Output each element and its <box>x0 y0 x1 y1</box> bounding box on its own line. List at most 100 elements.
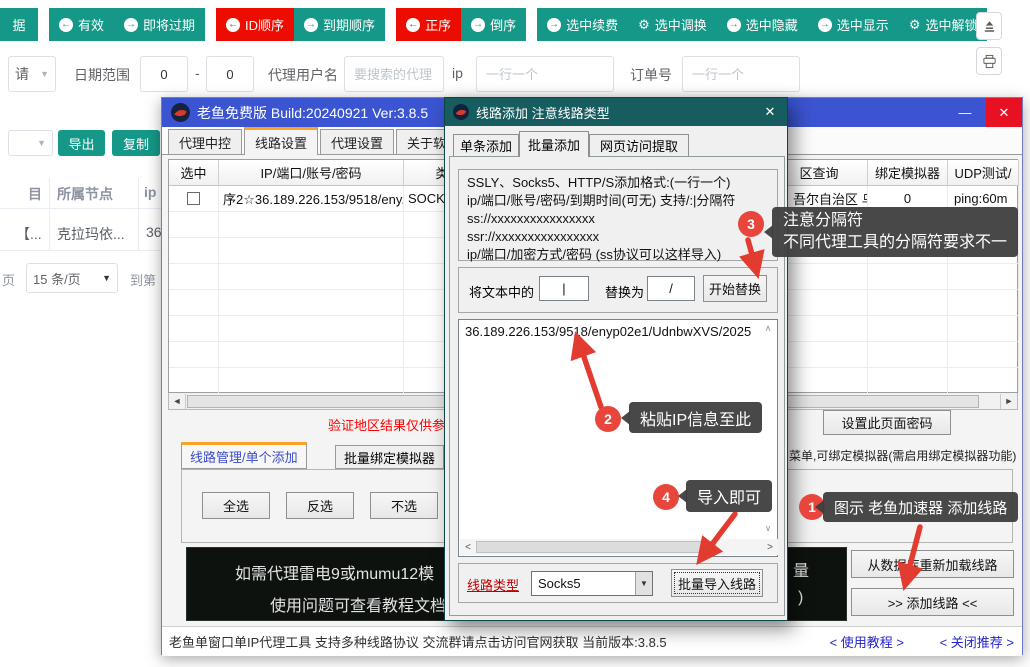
toolbar-button-valid[interactable]: ←有效 <box>49 8 114 41</box>
textarea-content: 36.189.226.153/9518/enyp02e1/UdnbwXVS/20… <box>465 324 758 339</box>
tab-proxy-settings[interactable]: 代理设置 <box>320 129 394 154</box>
gear-icon: ⚙ <box>638 18 650 31</box>
toolbar-button-renew-selected[interactable]: →选中续费 <box>537 8 628 41</box>
scroll-right-arrow-icon[interactable]: ► <box>1000 394 1017 409</box>
left-table-cell: 克拉玛依... <box>57 224 125 244</box>
cell-ip: 序2☆36.189.226.153/9518/eny... <box>219 186 404 212</box>
scroll-down-icon[interactable]: ∨ <box>760 523 776 534</box>
filter-select[interactable]: 请 ▼ <box>8 56 56 92</box>
export-tray-button[interactable] <box>976 12 1002 40</box>
toolbar-button-label: 选中显示 <box>837 15 889 34</box>
arrow-right-circle-icon: → <box>304 18 318 32</box>
select-none-button[interactable]: 不选 <box>370 492 438 519</box>
toolbar-button-hide-selected[interactable]: →选中隐藏 <box>717 8 808 41</box>
left-panel-select[interactable]: ▼ <box>8 130 53 156</box>
minimize-button[interactable]: — <box>944 98 986 127</box>
start-replace-button[interactable]: 开始替换 <box>703 275 767 302</box>
batch-import-button[interactable]: 批量导入线路 <box>671 569 763 597</box>
scroll-left-arrow-icon[interactable]: ◄ <box>169 394 186 409</box>
arrow-right-circle-icon: → <box>547 18 561 32</box>
banner-line1: 如需代理雷电9或mumu12模 <box>235 560 434 584</box>
left-table-header-ip: ip <box>144 184 156 200</box>
chevron-down-icon: ▼ <box>102 273 111 283</box>
tutorial-link[interactable]: < 使用教程 > <box>830 632 904 651</box>
scroll-left-icon[interactable]: < <box>460 542 476 553</box>
left-table-header-node: 所属节点 <box>57 184 113 204</box>
toolbar-button-data[interactable]: 据 <box>0 8 38 41</box>
page-unit-fragment: 页 <box>2 270 15 289</box>
annotation-tooltip-3: 注意分隔符 不同代理工具的分隔符要求不一 <box>772 207 1018 257</box>
copy-button[interactable]: 复制 <box>112 130 160 156</box>
set-page-password-button[interactable]: 设置此页面密码 <box>823 410 951 435</box>
agent-username-label: 代理用户名 <box>268 65 338 85</box>
reload-lines-button[interactable]: 从数据库重新加载线路 <box>851 550 1014 578</box>
add-line-dialog: 线路添加 注意线路类型 ✕ 单条添加 批量添加 网页访问提取 SSLY、Sock… <box>444 97 788 621</box>
textarea-horizontal-scrollbar[interactable]: < > <box>460 539 778 555</box>
date-to-input[interactable] <box>206 56 254 92</box>
arrow-left-circle-icon: ← <box>226 18 240 32</box>
column-header-udp[interactable]: UDP测试/ <box>948 160 1019 186</box>
annotation-circle-4: 4 <box>653 484 679 510</box>
screen: 据 ←有效 →即将过期 ←ID顺序 →到期顺序 ←正序 →倒序 →选中续费 ⚙选… <box>0 0 1030 667</box>
dialog-titlebar[interactable]: 线路添加 注意线路类型 ✕ <box>445 98 787 126</box>
arrow-right-circle-icon: → <box>124 18 138 32</box>
page-size-select[interactable]: 15 条/页 ▼ <box>26 263 118 293</box>
left-table-cell: 【... <box>16 224 42 244</box>
line-type-combobox[interactable]: Socks5 ▼ <box>531 571 653 596</box>
batch-ip-textarea[interactable]: 36.189.226.153/9518/enyp02e1/UdnbwXVS/20… <box>458 319 778 557</box>
ip-search-input[interactable] <box>476 56 614 92</box>
close-icon: ✕ <box>765 104 776 120</box>
scroll-right-icon[interactable]: > <box>762 542 778 553</box>
toolbar-button-id-order[interactable]: ←ID顺序 <box>216 8 294 41</box>
arrow-right-circle-icon: → <box>818 18 832 32</box>
close-recommend-link[interactable]: < 关闭推荐 > <box>940 632 1014 651</box>
replace-find-input[interactable] <box>539 276 589 301</box>
subtab-line-manage[interactable]: 线路管理/单个添加 <box>181 442 307 469</box>
toolbar-button-ascending[interactable]: ←正序 <box>396 8 461 41</box>
column-header-emulator[interactable]: 绑定模拟器 <box>868 160 948 186</box>
date-from-input[interactable] <box>140 56 188 92</box>
agent-search-input[interactable] <box>344 56 444 92</box>
scroll-up-icon[interactable]: ∧ <box>760 323 776 334</box>
toolbar-button-label: 据 <box>12 15 25 34</box>
tab-proxy-control[interactable]: 代理中控 <box>168 129 242 154</box>
chevron-down-icon: ▼ <box>40 69 49 79</box>
button-label: 批量导入线路 <box>678 574 756 593</box>
close-button[interactable]: ✕ <box>986 98 1022 127</box>
toolbar-button-swap-selected[interactable]: ⚙ 选中调换 <box>628 8 717 41</box>
toolbar-button-label: 有效 <box>78 15 104 34</box>
toolbar-button-unlock-selected[interactable]: ⚙选中解锁 <box>899 8 988 41</box>
replace-with-input[interactable] <box>647 276 695 301</box>
arrow-right-circle-icon: → <box>471 18 485 32</box>
scrollbar-thumb[interactable] <box>476 541 716 553</box>
export-button[interactable]: 导出 <box>58 130 105 156</box>
bind-emulator-hint: 菜单,可绑定模拟器(需启用绑定模拟器功能) <box>789 447 1016 464</box>
toolbar-button-label: 选中调换 <box>655 15 707 34</box>
toolbar-button-descending[interactable]: →倒序 <box>461 8 526 41</box>
button-label: 设置此页面密码 <box>841 413 932 432</box>
toolbar-button-expire-order[interactable]: →到期顺序 <box>294 8 385 41</box>
minimize-icon: — <box>959 105 972 120</box>
tab-label: 代理设置 <box>331 133 383 152</box>
replace-with-label: 替换为 <box>605 282 644 301</box>
dialog-tab-batch-add[interactable]: 批量添加 <box>519 131 589 157</box>
row-checkbox[interactable] <box>187 192 200 205</box>
column-header-ip[interactable]: IP/端口/账号/密码 <box>219 160 404 186</box>
app-logo-fish-icon <box>171 103 190 122</box>
dialog-tab-single-add[interactable]: 单条添加 <box>453 134 519 156</box>
tab-line-settings[interactable]: 线路设置 <box>244 127 318 155</box>
invert-selection-button[interactable]: 反选 <box>286 492 354 519</box>
copy-button-label: 复制 <box>123 134 149 153</box>
toolbar-button-show-selected[interactable]: → 选中显示 <box>808 8 899 41</box>
toolbar-button-label: 即将过期 <box>143 15 195 34</box>
select-all-button[interactable]: 全选 <box>202 492 270 519</box>
dialog-tab-web-extract[interactable]: 网页访问提取 <box>589 134 689 156</box>
subtab-batch-bind[interactable]: 批量绑定模拟器 <box>335 445 444 469</box>
dialog-close-button[interactable]: ✕ <box>753 98 787 126</box>
arrow-right-circle-icon: → <box>727 18 741 32</box>
order-search-input[interactable] <box>682 56 800 92</box>
toolbar-button-expiring[interactable]: → 即将过期 <box>114 8 205 41</box>
gear-icon: ⚙ <box>909 18 921 31</box>
add-line-button[interactable]: >> 添加线路 << <box>851 588 1014 616</box>
column-header-checked[interactable]: 选中 <box>169 160 219 186</box>
